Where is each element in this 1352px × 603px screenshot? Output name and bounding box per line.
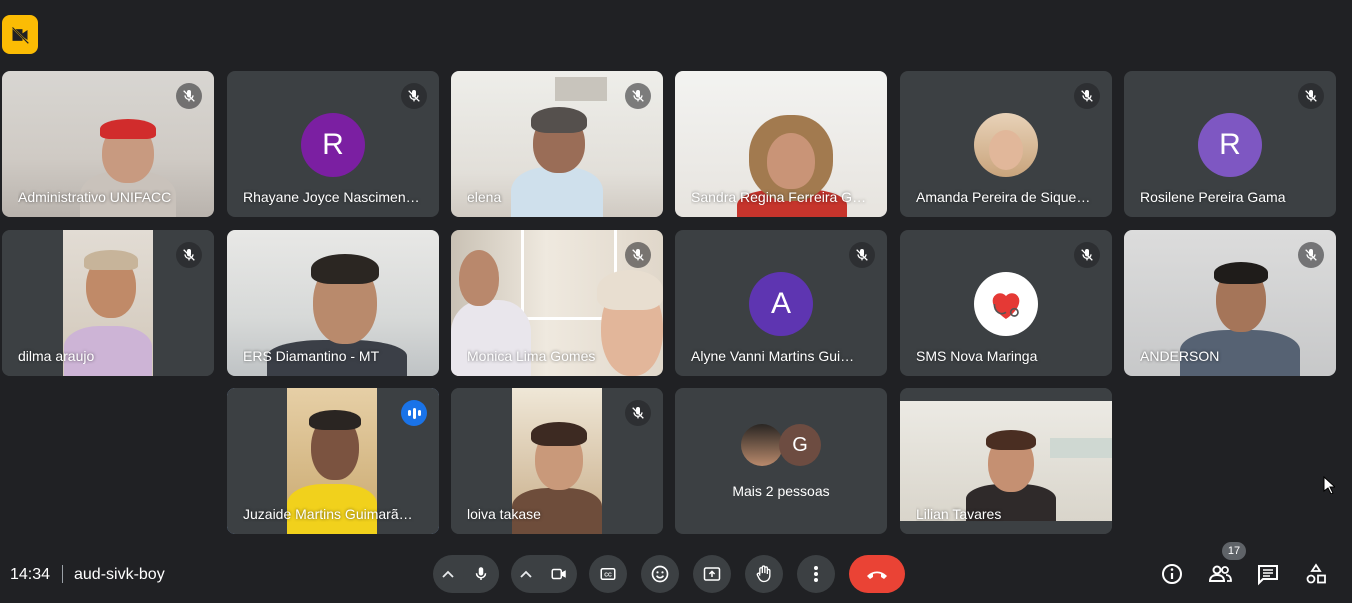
closed-captions-icon[interactable]: CC	[589, 555, 627, 593]
participant-tile[interactable]: Monica Lima Gomes	[451, 230, 663, 376]
svg-text:CC: CC	[604, 573, 612, 579]
participant-tile[interactable]: ANDERSON	[1124, 230, 1336, 376]
participant-tile[interactable]: R Rhayane Joyce Nascimen…	[227, 71, 439, 217]
control-bar: 14:34 aud-sivk-boy CC 17	[0, 542, 1352, 603]
mic-off-icon	[849, 242, 875, 268]
participant-tile[interactable]: dilma araujo	[2, 230, 214, 376]
mic-off-icon	[625, 400, 651, 426]
mic-options-chevron-up-icon[interactable]	[433, 570, 463, 578]
participant-name: Rosilene Pereira Gama	[1140, 189, 1286, 205]
participant-tile-active-speaker[interactable]: Juzaide Martins Guimarã…	[227, 388, 439, 534]
camera-options-chevron-up-icon[interactable]	[511, 570, 541, 578]
mouse-cursor-icon	[1323, 475, 1337, 499]
participant-name: Alyne Vanni Martins Gui…	[691, 348, 855, 364]
participant-name: SMS Nova Maringa	[916, 348, 1038, 364]
participant-name: Amanda Pereira de Sique…	[916, 189, 1091, 205]
raise-hand-icon[interactable]	[745, 555, 783, 593]
clock: 14:34	[10, 566, 51, 583]
participant-tile[interactable]: Lilian Tavares	[900, 388, 1112, 534]
meeting-code[interactable]: aud-sivk-boy	[74, 566, 165, 584]
people-icon[interactable]	[1206, 560, 1234, 588]
more-participants-tile[interactable]: G Mais 2 pessoas	[675, 388, 887, 534]
camera-control-group	[511, 555, 577, 593]
mic-off-icon	[1298, 242, 1324, 268]
meet-window: Administrativo UNIFACC R Rhayane Joyce N…	[0, 0, 1352, 603]
avatar	[741, 424, 783, 466]
participant-name: elena	[467, 189, 502, 205]
divider	[62, 565, 63, 583]
people-count-badge: 17	[1222, 542, 1246, 560]
microphone-icon[interactable]	[463, 556, 499, 592]
chat-icon[interactable]	[1254, 560, 1282, 588]
present-screen-icon[interactable]	[693, 555, 731, 593]
participant-name: Rhayane Joyce Nascimen…	[243, 189, 420, 205]
participant-name: ERS Diamantino - MT	[243, 348, 380, 364]
avatar: R	[301, 113, 365, 177]
mic-off-icon	[176, 242, 202, 268]
participant-tile[interactable]: A Alyne Vanni Martins Gui…	[675, 230, 887, 376]
mic-off-icon	[625, 242, 651, 268]
avatar: A	[749, 272, 813, 336]
participant-name: loiva takase	[467, 506, 541, 522]
participant-name: ANDERSON	[1140, 348, 1220, 364]
participant-name: Sandra Regina Ferreira G…	[691, 189, 867, 205]
participant-name: Lilian Tavares	[916, 506, 1002, 522]
participant-tile[interactable]: Administrativo UNIFACC	[2, 71, 214, 217]
mic-off-icon	[1298, 83, 1324, 109]
mic-control-group	[433, 555, 499, 593]
mic-off-icon	[625, 83, 651, 109]
emoji-icon[interactable]	[641, 555, 679, 593]
mic-off-icon	[1074, 242, 1100, 268]
participant-tile[interactable]: loiva takase	[451, 388, 663, 534]
end-call-icon[interactable]	[849, 555, 905, 593]
participant-tile[interactable]: Amanda Pereira de Sique…	[900, 71, 1112, 217]
participant-name: Juzaide Martins Guimarã…	[243, 506, 413, 522]
activities-icon[interactable]	[1302, 560, 1330, 588]
participant-name: Administrativo UNIFACC	[18, 189, 172, 205]
participant-tile[interactable]: ERS Diamantino - MT	[227, 230, 439, 376]
avatar: R	[1198, 113, 1262, 177]
participant-name: Monica Lima Gomes	[467, 348, 596, 364]
participant-tile[interactable]: R Rosilene Pereira Gama	[1124, 71, 1336, 217]
participant-name: dilma araujo	[18, 348, 95, 364]
video-camera-icon[interactable]	[541, 556, 577, 592]
speaking-indicator-icon	[401, 400, 427, 426]
info-icon[interactable]	[1158, 560, 1186, 588]
avatar: G	[779, 424, 821, 466]
mic-off-icon	[176, 83, 202, 109]
profile-photo	[974, 113, 1038, 177]
more-participants-label: Mais 2 pessoas	[732, 483, 830, 499]
no-video-camera-icon[interactable]	[2, 15, 38, 54]
mic-off-icon	[1074, 83, 1100, 109]
participant-tile[interactable]: elena	[451, 71, 663, 217]
more-options-icon[interactable]	[797, 555, 835, 593]
participant-tile[interactable]: Sandra Regina Ferreira G…	[675, 71, 887, 217]
more-participants-avatars: G	[675, 424, 887, 466]
mic-off-icon	[401, 83, 427, 109]
heart-stethoscope-icon	[974, 272, 1038, 336]
participant-tile[interactable]: SMS Nova Maringa	[900, 230, 1112, 376]
